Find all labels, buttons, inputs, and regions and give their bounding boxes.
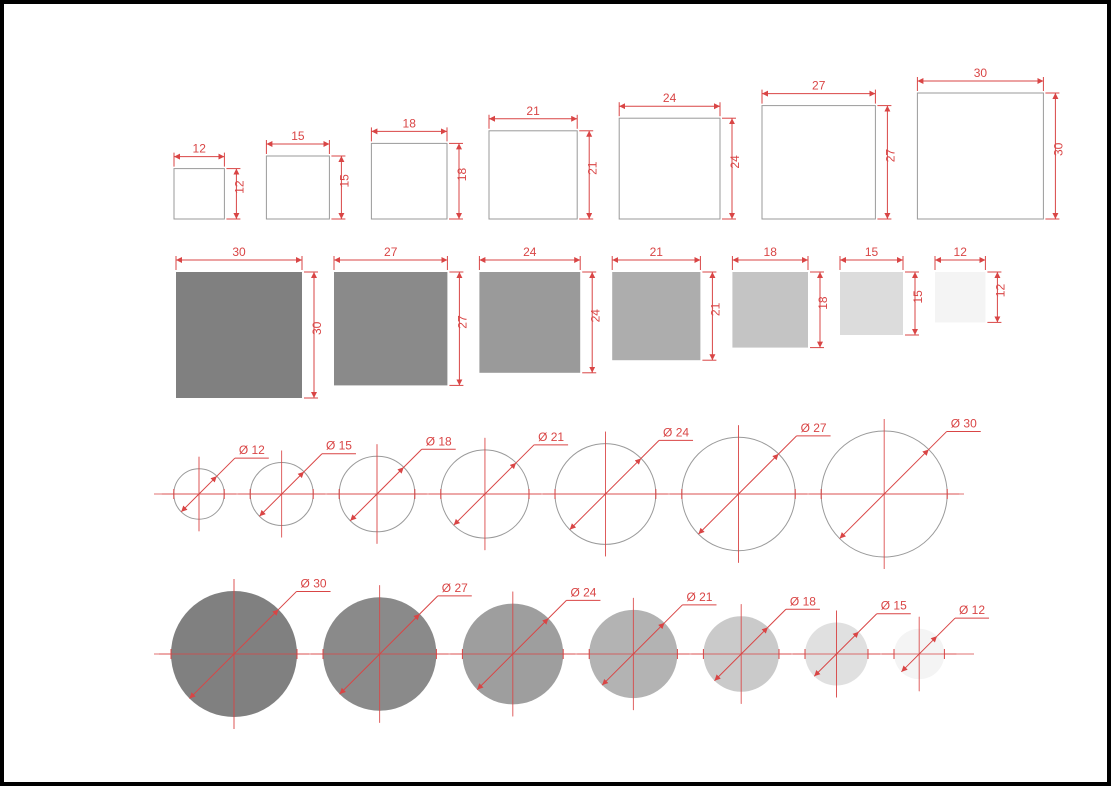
- dim-value: 24: [728, 155, 742, 169]
- dim-horizontal: 27: [762, 79, 875, 104]
- dia-value: Ø 21: [686, 590, 712, 604]
- dia-leader: Ø 30: [809, 416, 981, 569]
- dim-value: 24: [663, 91, 677, 105]
- dim-value: 21: [709, 302, 723, 316]
- dim-value: 15: [291, 129, 305, 143]
- dim-value: 12: [193, 142, 207, 156]
- dim-vertical: 21: [702, 272, 722, 360]
- dim-value: 15: [865, 245, 879, 259]
- dim-vertical: 24: [582, 272, 602, 373]
- square-filled: 1818: [732, 245, 830, 348]
- dim-horizontal: 21: [612, 245, 700, 270]
- dim-vertical: 15: [905, 272, 925, 335]
- dim-value: 24: [588, 309, 602, 323]
- dia-value: Ø 18: [426, 434, 452, 448]
- dim-value: 18: [403, 116, 417, 130]
- dim-value: 12: [233, 180, 247, 194]
- dia-value: Ø 27: [801, 421, 827, 435]
- dim-horizontal: 21: [489, 104, 577, 129]
- dim-value: 30: [232, 245, 246, 259]
- circle-outlined: Ø 12: [162, 443, 269, 531]
- dim-value: 18: [764, 245, 778, 259]
- dia-value: Ø 12: [239, 443, 265, 457]
- dim-value: 12: [994, 284, 1008, 298]
- dia-value: Ø 15: [326, 439, 352, 453]
- dim-vertical: 18: [810, 272, 830, 348]
- dim-value: 30: [974, 66, 988, 80]
- square-outlined: 1515: [266, 129, 351, 219]
- dim-vertical: 24: [722, 118, 742, 219]
- dim-horizontal: 30: [176, 245, 302, 270]
- square-outlined: 1818: [371, 116, 469, 219]
- circle-filled: Ø 24: [450, 585, 600, 716]
- dim-vertical: 27: [877, 106, 897, 219]
- square-filled: 24 24: [479, 245, 602, 373]
- dia-value: Ø 24: [663, 425, 689, 439]
- dim-vertical: 12: [987, 272, 1007, 322]
- dia-value: Ø 21: [538, 430, 564, 444]
- square-filled: 1515: [840, 245, 925, 335]
- dim-value: 12: [954, 245, 968, 259]
- dim-horizontal: 30: [917, 66, 1043, 91]
- dia-value: Ø 30: [301, 576, 327, 590]
- dia-leader: Ø 27: [670, 421, 831, 563]
- dim-value: 21: [585, 161, 599, 175]
- square-filled: 30 30: [176, 245, 324, 398]
- dia-leader: Ø 12: [162, 443, 269, 531]
- dim-vertical: 27: [449, 272, 469, 385]
- svg-canvas: 1212151518182121242427273030303027272424…: [4, 4, 1107, 782]
- dim-horizontal: 15: [266, 129, 329, 154]
- square-outlined: 21 21: [489, 104, 599, 219]
- dim-vertical: 30: [1045, 93, 1065, 219]
- dim-horizontal: 24: [619, 91, 720, 116]
- dim-value: 21: [526, 104, 540, 118]
- circle-filled: Ø 15: [793, 599, 911, 698]
- dim-value: 27: [812, 79, 826, 93]
- dim-value: 18: [816, 296, 830, 310]
- circle-filled: Ø 30: [159, 576, 331, 729]
- dim-vertical: 15: [331, 156, 351, 219]
- dim-vertical: 12: [226, 169, 246, 219]
- square-outlined: 27 27: [762, 79, 898, 219]
- dim-horizontal: 27: [334, 245, 447, 270]
- dia-value: Ø 30: [951, 416, 977, 430]
- square-outlined: 24 24: [619, 91, 742, 219]
- dia-value: Ø 18: [790, 594, 816, 608]
- circle-filled: Ø 18: [691, 594, 820, 704]
- dim-value: 21: [650, 245, 664, 259]
- dim-horizontal: 12: [935, 245, 985, 270]
- dim-horizontal: 15: [840, 245, 903, 270]
- dia-value: Ø 12: [959, 603, 985, 617]
- circle-outlined: Ø 27: [670, 421, 831, 563]
- dim-value: 24: [523, 245, 537, 259]
- square-outlined: 30 30: [917, 66, 1065, 219]
- square-filled: 12 12: [935, 245, 1008, 322]
- dim-horizontal: 12: [174, 142, 224, 167]
- dim-horizontal: 18: [732, 245, 808, 270]
- dim-value: 27: [884, 149, 898, 163]
- dim-horizontal: 18: [371, 116, 447, 141]
- circle-filled: Ø 27: [311, 581, 472, 723]
- dim-value: 27: [456, 315, 470, 329]
- dim-value: 15: [911, 290, 925, 304]
- drawing-sheet: 1212151518182121242427273030303027272424…: [0, 0, 1111, 786]
- square-filled: 21 21: [612, 245, 722, 360]
- square-outlined: 12 12: [174, 142, 247, 219]
- dim-value: 30: [310, 321, 324, 335]
- circle-filled: Ø 21: [577, 590, 716, 710]
- dia-value: Ø 24: [570, 585, 596, 599]
- dim-value: 30: [1052, 142, 1066, 156]
- dim-value: 27: [384, 245, 398, 259]
- circle-filled: Ø 12: [882, 603, 989, 691]
- dia-value: Ø 27: [442, 581, 468, 595]
- square-filled: 27 27: [334, 245, 470, 385]
- circle-outlined: Ø 30: [809, 416, 981, 569]
- dim-value: 18: [455, 168, 469, 182]
- dim-vertical: 18: [449, 143, 469, 219]
- dim-vertical: 21: [579, 131, 599, 219]
- dia-value: Ø 15: [881, 599, 907, 613]
- dim-value: 15: [338, 174, 352, 188]
- dim-vertical: 30: [304, 272, 324, 398]
- dim-horizontal: 24: [479, 245, 580, 270]
